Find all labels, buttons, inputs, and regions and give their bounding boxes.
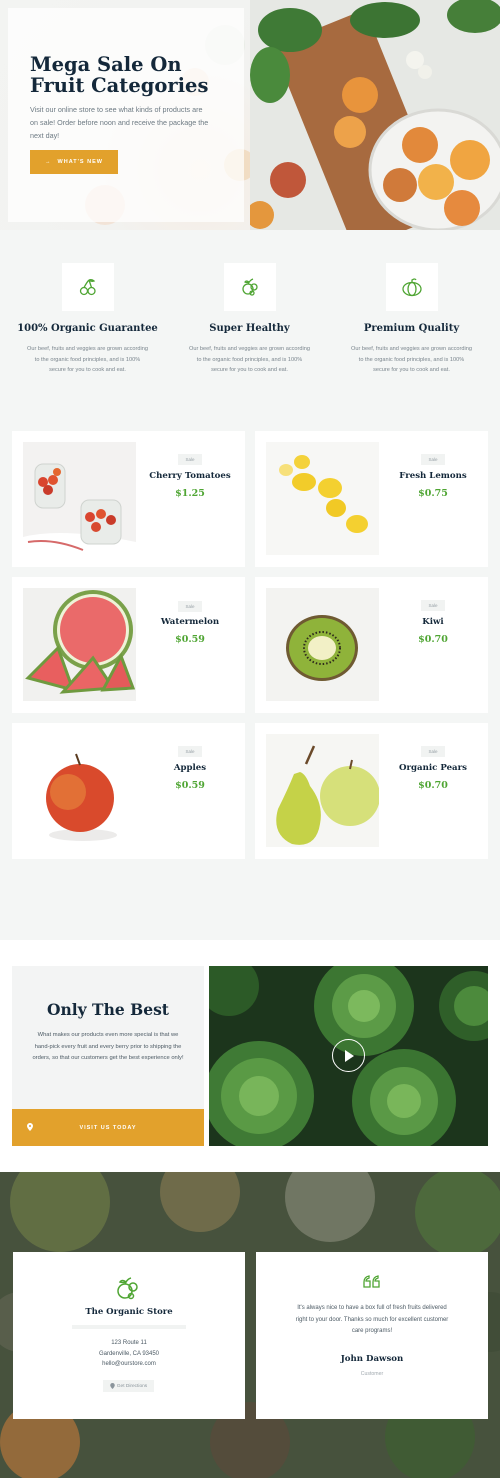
get-directions-button[interactable]: Get Directions: [103, 1380, 154, 1392]
feature-text-healthy: Our beef, fruits and veggies are grown a…: [189, 346, 310, 373]
product-price: $0.59: [175, 634, 205, 645]
whats-new-button-label: WHAT'S NEW: [57, 159, 103, 165]
product-name[interactable]: Fresh Lemons: [367, 471, 499, 481]
feature-title-quality: Premium Quality: [363, 323, 460, 334]
quote-icon: [363, 1275, 380, 1288]
mixed-fruit-icon: [224, 263, 276, 311]
hero-photo-illustration: [250, 0, 500, 230]
visit-us-today-button[interactable]: VISIT US TODAY: [12, 1109, 204, 1146]
testimonial-role: Customer: [360, 1371, 384, 1377]
whats-new-button[interactable]: → WHAT'S NEW: [30, 150, 118, 174]
product-image-apples: [23, 734, 136, 847]
only-the-best-text: What makes our products even more specia…: [32, 1032, 184, 1061]
map-pin-icon: [110, 1383, 115, 1389]
feature-text-organic: Our beef, fruits and veggies are grown a…: [27, 346, 148, 373]
store-address: 123 Route 11 Gardenville, CA 93450 hello…: [13, 1338, 245, 1370]
play-button[interactable]: [332, 1039, 365, 1072]
store-name: The Organic Store: [85, 1307, 173, 1317]
sale-badge: Sale: [178, 601, 202, 612]
store-info-card: [13, 1252, 245, 1419]
product-image-cherry-tomatoes: [23, 442, 136, 555]
sale-badge: Sale: [421, 600, 445, 611]
mixed-fruit-icon: [117, 1277, 138, 1300]
pumpkin-icon: [386, 263, 438, 311]
product-name[interactable]: Cherry Tomatoes: [124, 471, 256, 481]
product-name[interactable]: Watermelon: [124, 617, 256, 627]
store-address-line-2: Gardenville, CA 93450: [98, 1350, 160, 1357]
product-price: $1.25: [175, 488, 205, 499]
product-card-organic-pears[interactable]: Sale Organic Pears $0.70: [255, 723, 488, 859]
lettuce-video[interactable]: [209, 966, 488, 1146]
product-price: $0.75: [418, 488, 448, 499]
product-image-kiwi: [266, 588, 379, 701]
product-price: $0.59: [175, 780, 205, 791]
product-name[interactable]: Kiwi: [367, 617, 499, 627]
sale-badge: Sale: [421, 454, 445, 465]
feature-title-healthy: Super Healthy: [209, 323, 290, 334]
only-the-best-title: Only The Best: [47, 1000, 169, 1019]
product-card-watermelon[interactable]: Sale Watermelon $0.59: [12, 577, 245, 713]
play-icon: [344, 1049, 354, 1062]
product-card-kiwi[interactable]: Sale Kiwi $0.70: [255, 577, 488, 713]
store-address-line-1: 123 Route 11: [111, 1340, 147, 1346]
sale-badge: Sale: [178, 454, 202, 465]
map-pin-icon: [27, 1123, 33, 1131]
sale-badge: Sale: [178, 746, 202, 757]
product-image-fresh-lemons: [266, 442, 379, 555]
testimonial-text: It's always nice to have a box full of f…: [295, 1305, 449, 1334]
product-price: $0.70: [418, 780, 448, 791]
arrow-right-icon: →: [45, 159, 52, 165]
product-card-apples[interactable]: Sale Apples $0.59: [12, 723, 245, 859]
divider: [72, 1325, 186, 1329]
product-card-fresh-lemons[interactable]: Sale Fresh Lemons $0.75: [255, 431, 488, 567]
product-card-cherry-tomatoes[interactable]: Sale Cherry Tomatoes $1.25: [12, 431, 245, 567]
testimonial-author: John Dawson: [340, 1354, 404, 1364]
product-name[interactable]: Apples: [124, 763, 256, 773]
cherries-icon: [62, 263, 114, 311]
product-name[interactable]: Organic Pears: [367, 763, 499, 773]
hero-fruit-photo: [250, 0, 500, 230]
feature-text-quality: Our beef, fruits and veggies are grown a…: [351, 346, 472, 373]
hero-section: Mega Sale On Fruit Categories Visit our …: [0, 0, 500, 230]
hero-title: Mega Sale On Fruit Categories: [30, 53, 209, 97]
feature-title-organic: 100% Organic Guarantee: [17, 323, 158, 334]
store-email[interactable]: hello@ourstore.com: [13, 1359, 245, 1370]
sale-badge: Sale: [421, 746, 445, 757]
hero-description: Visit our online store to see what kinds…: [30, 105, 209, 140]
get-directions-label: Get Directions: [116, 1383, 148, 1389]
product-image-watermelon: [23, 588, 136, 701]
product-image-organic-pears: [266, 734, 379, 847]
visit-us-today-label: VISIT US TODAY: [79, 1124, 137, 1131]
product-price: $0.70: [418, 634, 448, 645]
